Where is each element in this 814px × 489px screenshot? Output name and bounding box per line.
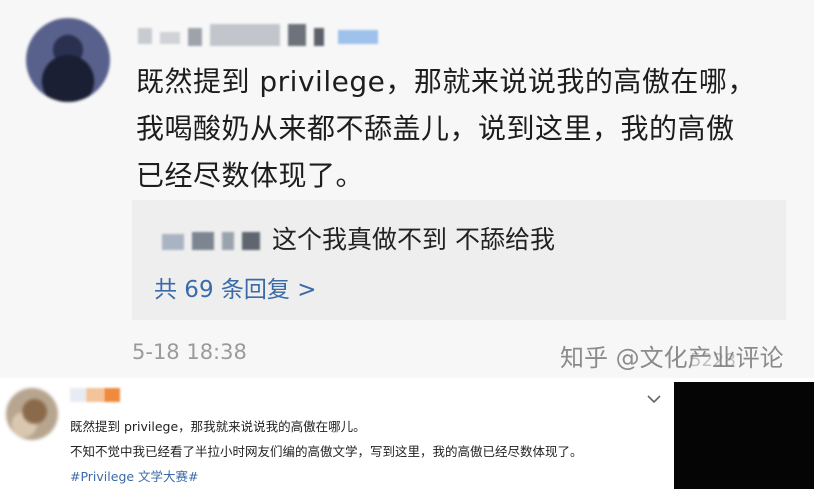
screenshot-collage: 既然提到 privilege，那就来说说我的高傲在哪， 我喝酸奶从来都不舔盖儿，…	[0, 0, 814, 489]
post-line: 既然提到 privilege，那我就来说说我的高傲在哪儿。	[70, 419, 366, 434]
blur-block	[86, 388, 104, 402]
post-line: 既然提到 privilege，那就来说说我的高傲在哪，	[136, 65, 756, 98]
blur-block	[138, 28, 152, 44]
blur-block	[338, 30, 378, 44]
reply-preview[interactable]: 这个我真做不到 不舔给我 共 69 条回复 >	[132, 200, 786, 320]
post-line: 已经尽数体现了。	[136, 159, 365, 192]
avatar[interactable]	[6, 388, 58, 440]
post-body: 既然提到 privilege，那就来说说我的高傲在哪， 我喝酸奶从来都不舔盖儿，…	[136, 58, 796, 199]
blur-block	[104, 388, 120, 402]
blur-block	[192, 232, 214, 250]
post-line: 不知不觉中我已经看了半拉小时网友们编的高傲文学，写到这里，我的高傲已经尽数体现了…	[70, 444, 583, 459]
source-watermark: 知乎 @文化产业评论	[560, 344, 784, 372]
blur-block	[188, 28, 202, 46]
username-blurred[interactable]	[70, 384, 130, 404]
redacted-block	[674, 382, 814, 489]
hashtag-link[interactable]: #Privilege 文学大赛#	[70, 466, 199, 485]
blur-block	[210, 24, 280, 46]
second-post-card: 既然提到 privilege，那我就来说说我的高傲在哪儿。 不知不觉中我已经看了…	[0, 378, 814, 489]
blur-block	[70, 388, 86, 402]
avatar[interactable]	[26, 18, 110, 102]
blur-block	[160, 32, 180, 44]
view-replies-link[interactable]: 共 69 条回复 >	[154, 270, 316, 304]
blur-block	[222, 232, 234, 250]
blur-block	[162, 234, 184, 250]
reply-username-blurred[interactable]	[162, 230, 262, 254]
chevron-down-icon[interactable]	[645, 392, 663, 406]
username-blurred[interactable]	[138, 22, 388, 50]
reply-text: 这个我真做不到 不舔给我	[272, 225, 555, 254]
blur-block	[314, 28, 324, 46]
post-line: 我喝酸奶从来都不舔盖儿，说到这里，我的高傲	[136, 112, 735, 145]
post-timestamp: 5-18 18:38	[132, 340, 247, 364]
blur-block	[242, 232, 260, 250]
blur-block	[288, 24, 306, 46]
weibo-post-card: 既然提到 privilege，那就来说说我的高傲在哪， 我喝酸奶从来都不舔盖儿，…	[0, 0, 814, 378]
